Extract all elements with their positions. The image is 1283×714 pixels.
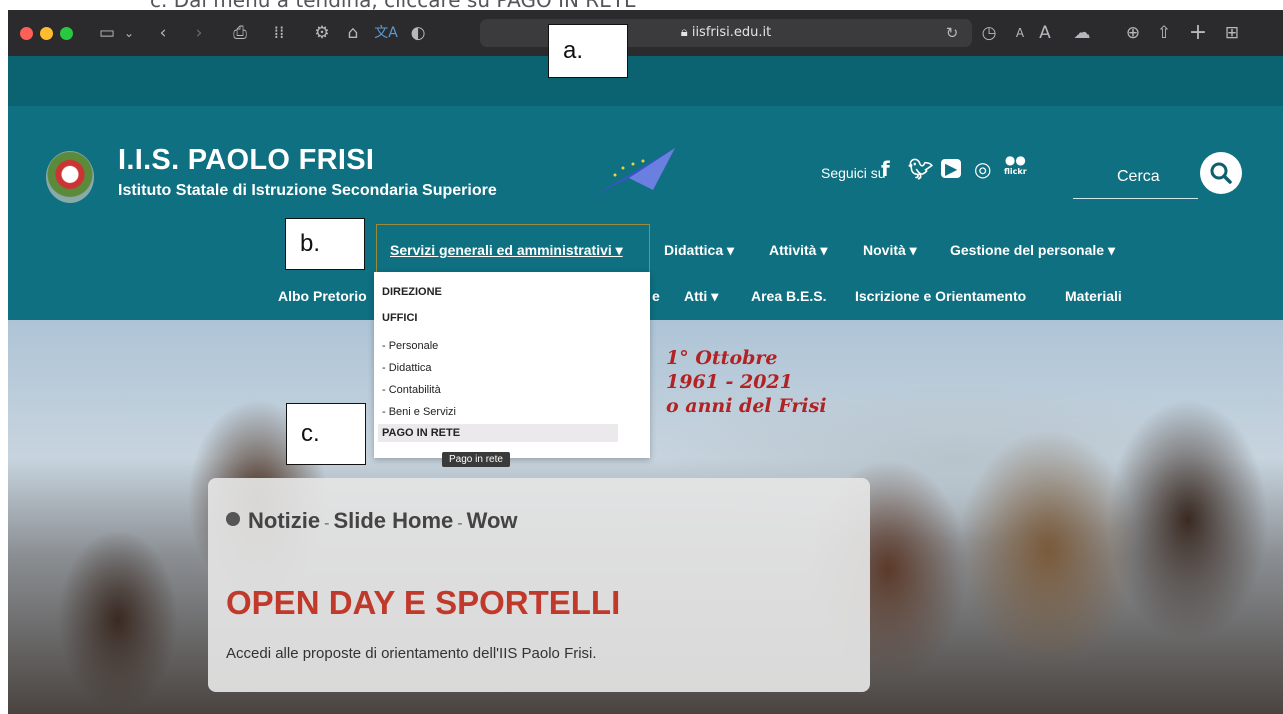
- back-icon[interactable]: ‹: [154, 21, 172, 45]
- sidebar-icon[interactable]: ▭: [96, 21, 118, 45]
- italy-emblem-logo[interactable]: [46, 151, 94, 203]
- nav-attivita[interactable]: Attività ▾: [769, 242, 827, 259]
- news-description: Accedi alle proposte di orientamento del…: [226, 645, 597, 662]
- close-window-button[interactable]: [20, 27, 33, 40]
- paper-plane-logo: [593, 148, 675, 196]
- annotation-a: a.: [548, 24, 628, 78]
- download-icon[interactable]: ⊕: [1123, 21, 1143, 45]
- nav-materiali[interactable]: Materiali: [1065, 288, 1122, 304]
- zoom-window-button[interactable]: [60, 27, 73, 40]
- home-icon[interactable]: ⌂: [342, 21, 364, 45]
- history-icon[interactable]: ◷: [978, 21, 1000, 45]
- menu-item-contabilita[interactable]: - Contabilità: [382, 384, 441, 396]
- nav-servizi-generali[interactable]: Servizi generali ed amministrativi ▾: [390, 242, 623, 259]
- reload-icon[interactable]: ↻: [943, 21, 961, 45]
- site-subtitle: Istituto Statale di Istruzione Secondari…: [118, 182, 497, 199]
- menu-item-didattica[interactable]: - Didattica: [382, 362, 432, 374]
- nav-novita[interactable]: Novità ▾: [863, 242, 917, 259]
- chevron-down-icon[interactable]: ⌄: [122, 21, 136, 45]
- bullet-icon: [226, 512, 240, 526]
- shield-icon[interactable]: ◐: [408, 21, 428, 45]
- nav-iscrizione-orientamento[interactable]: Iscrizione e Orientamento: [855, 288, 1026, 304]
- grid-icon[interactable]: ⁞⁞: [268, 21, 290, 45]
- nav-albo-pretorio[interactable]: Albo Pretorio: [278, 288, 367, 304]
- annotation-b: b.: [285, 218, 365, 270]
- twitter-icon[interactable]: 🐦︎: [908, 157, 933, 181]
- menu-item-uffici[interactable]: UFFICI: [382, 312, 417, 324]
- news-breadcrumb: Notizie - Slide Home - Wow: [226, 508, 518, 534]
- menu-item-pago-in-rete[interactable]: PAGO IN RETE: [382, 427, 460, 439]
- crumb-slide-home[interactable]: Slide Home: [333, 508, 453, 533]
- site-top-strip: [8, 56, 1283, 106]
- minimize-window-button[interactable]: [40, 27, 53, 40]
- nav-area-bes[interactable]: Area B.E.S.: [751, 288, 826, 304]
- news-card[interactable]: Notizie - Slide Home - Wow OPEN DAY E SPORTE…: [208, 478, 870, 692]
- gear-icon[interactable]: ⚙: [311, 21, 333, 45]
- follow-label: Seguici su: [821, 165, 886, 181]
- cloud-icon[interactable]: ☁: [1070, 21, 1094, 45]
- font-large-icon[interactable]: A: [1035, 21, 1055, 45]
- pago-in-rete-tooltip: Pago in rete: [442, 452, 510, 467]
- tab-overview-icon[interactable]: ⊞: [1222, 21, 1242, 45]
- nav-atti[interactable]: Atti ▾: [684, 288, 718, 305]
- search-label: Cerca: [1117, 168, 1160, 185]
- nav-didattica[interactable]: Didattica ▾: [664, 242, 734, 259]
- flickr-icon[interactable]: ●● flickr: [1004, 154, 1027, 177]
- facebook-icon[interactable]: f: [881, 157, 890, 181]
- instagram-icon[interactable]: ◎: [974, 157, 991, 181]
- menu-item-beni-servizi[interactable]: - Beni e Servizi: [382, 406, 456, 418]
- annotation-c: c.: [286, 403, 366, 465]
- news-title[interactable]: OPEN DAY E SPORTELLI: [226, 584, 620, 622]
- browser-toolbar: ▭ ⌄ ‹ › ⎙ ⁞⁞ ⚙ ⌂ 文A ◐ 🔒︎ iisfrisi.edu.it…: [8, 10, 1283, 56]
- youtube-icon[interactable]: ▶: [941, 159, 962, 178]
- menu-item-direzione[interactable]: DIREZIONE: [382, 286, 442, 298]
- nav-gestione-personale[interactable]: Gestione del personale ▾: [950, 242, 1115, 259]
- search-button[interactable]: [1200, 152, 1242, 194]
- printer-icon[interactable]: ⎙: [229, 21, 251, 45]
- crumb-wow[interactable]: Wow: [467, 508, 518, 533]
- menu-item-personale[interactable]: - Personale: [382, 340, 438, 352]
- forward-icon[interactable]: ›: [190, 21, 208, 45]
- crumb-notizie[interactable]: Notizie: [248, 508, 320, 533]
- lock-icon: 🔒︎: [680, 25, 692, 40]
- anniversary-text: 1° Ottobre 1961 - 2021 o anni del Frisi: [666, 347, 827, 417]
- share-icon[interactable]: ⇧: [1154, 21, 1174, 45]
- servizi-dropdown-menu: DIREZIONE UFFICI - Personale - Didattica…: [374, 272, 650, 458]
- translate-icon[interactable]: 文A: [374, 21, 398, 45]
- nav-partial-item[interactable]: e: [652, 288, 660, 304]
- site-title[interactable]: I.I.S. PAOLO FRISI: [118, 144, 374, 177]
- font-small-icon[interactable]: A: [1012, 21, 1028, 45]
- new-tab-icon[interactable]: +: [1188, 21, 1208, 45]
